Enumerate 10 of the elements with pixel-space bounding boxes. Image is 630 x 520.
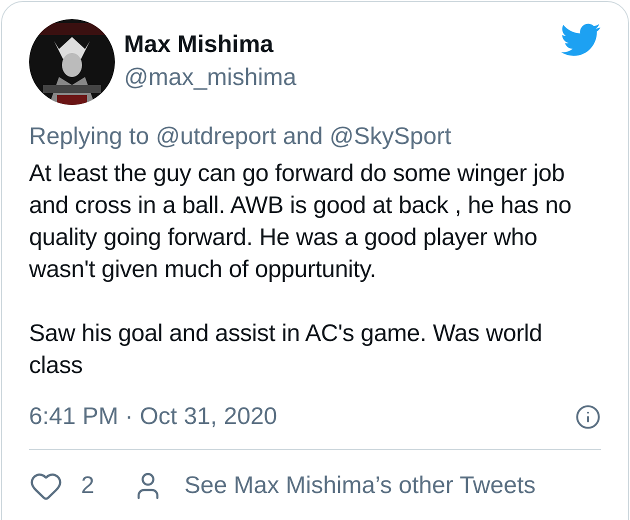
tweet-text: Saw his goal and assist in AC's game. Was world class — [29, 319, 544, 381]
author-handle[interactable]: @max_mishima — [124, 62, 296, 94]
timestamp[interactable]: 6:41 PM · Oct 31, 2020 — [29, 401, 278, 433]
like-count: 2 — [81, 471, 94, 501]
author-name[interactable]: Max Mishima — [124, 30, 296, 60]
bird-logo-icon[interactable] — [561, 23, 601, 57]
profile-link[interactable]: See Max Mishima’s other Tweets — [184, 468, 536, 504]
info-icon[interactable] — [575, 404, 601, 430]
reply-context: Replying to @utdreport and @SkySport — [29, 122, 452, 152]
tweet-text: At least the guy can go forward do some winger job and cross in a ball. AWB is good at back , he has no quality going forward. He was a good player who wasn't given much of oppurtunity. — [29, 159, 572, 285]
